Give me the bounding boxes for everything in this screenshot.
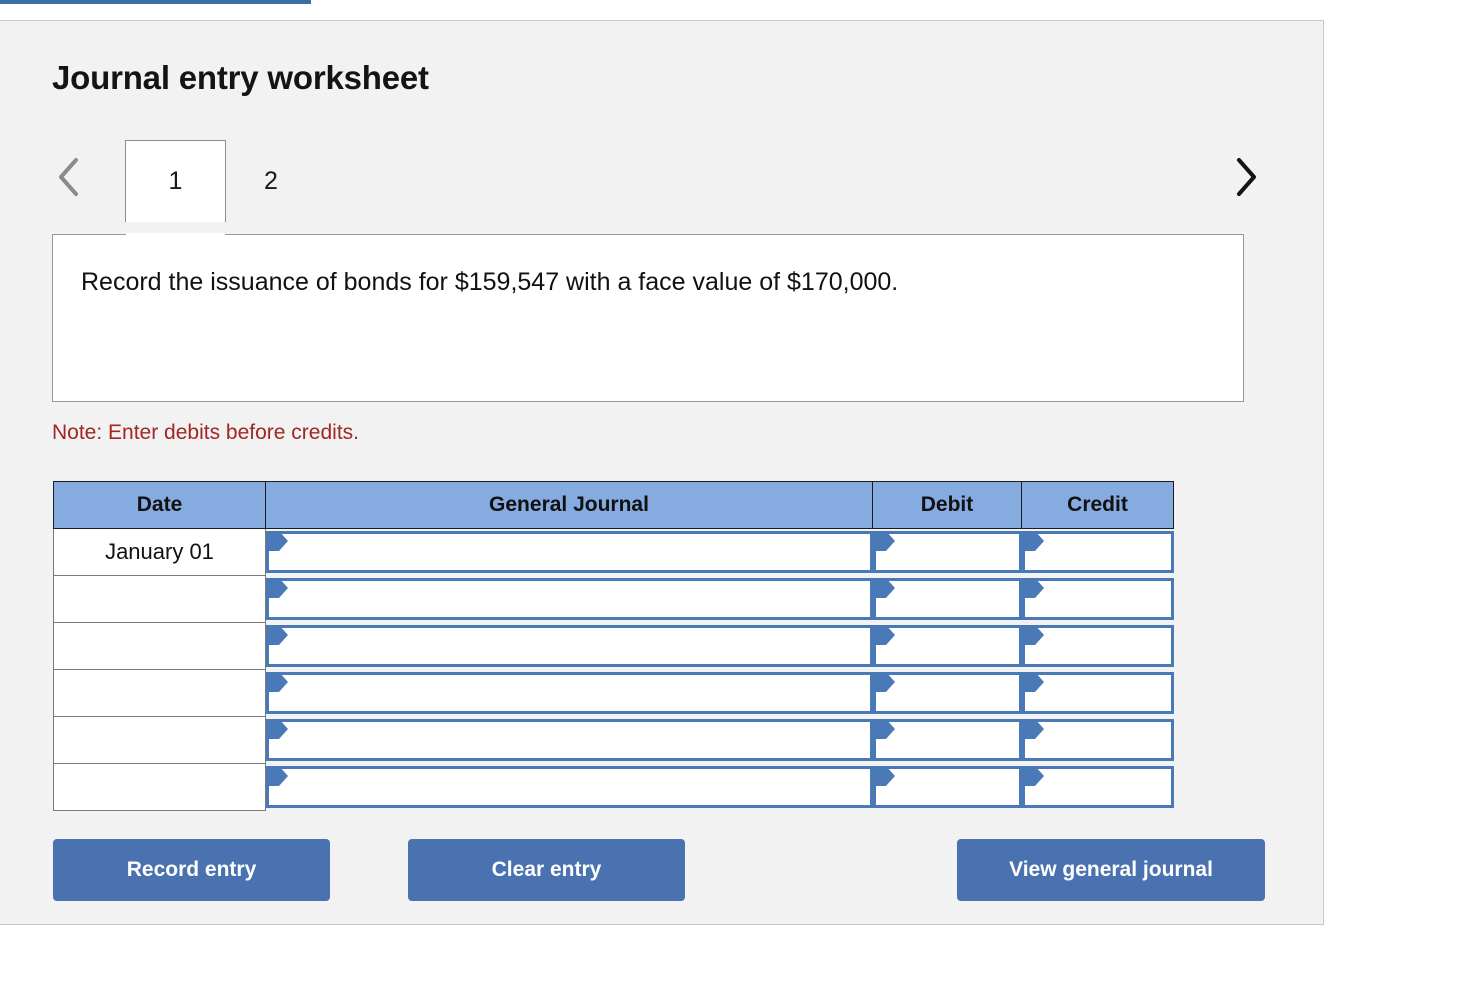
- account-select-4[interactable]: [266, 672, 873, 714]
- debit-cell-5: [872, 716, 1022, 764]
- account-select-2[interactable]: [266, 578, 873, 620]
- tab-2[interactable]: 2: [236, 140, 306, 222]
- column-header-date: Date: [53, 481, 266, 529]
- account-cell-2: [265, 575, 873, 623]
- table-row: January 01: [53, 528, 1174, 576]
- account-cell-6: [265, 763, 873, 811]
- tab-2-label: 2: [264, 166, 278, 195]
- debit-cell-4: [872, 669, 1022, 717]
- table-row: [53, 622, 1174, 670]
- date-cell-6[interactable]: [53, 763, 266, 811]
- journal-entry-table: Date General Journal Debit Credit Januar…: [53, 481, 1174, 811]
- credit-input-4[interactable]: [1021, 672, 1174, 714]
- top-blue-strip: [0, 0, 311, 4]
- account-select-5[interactable]: [266, 719, 873, 761]
- debit-input-4[interactable]: [872, 672, 1022, 714]
- page-title: Journal entry worksheet: [52, 59, 429, 96]
- debit-cell-2: [872, 575, 1022, 623]
- debit-cell-3: [872, 622, 1022, 670]
- chevron-right-icon: [1237, 158, 1256, 196]
- credit-input-6[interactable]: [1021, 766, 1174, 808]
- credit-input-3[interactable]: [1021, 625, 1174, 667]
- account-cell-1: [265, 528, 873, 576]
- credit-cell-1: [1021, 528, 1174, 576]
- table-row: [53, 716, 1174, 764]
- credit-input-2[interactable]: [1021, 578, 1174, 620]
- tab-1-label: 1: [168, 167, 183, 195]
- debit-input-1[interactable]: [872, 531, 1022, 574]
- table-row: [53, 669, 1174, 717]
- date-cell-1[interactable]: January 01: [53, 528, 266, 576]
- debit-input-5[interactable]: [872, 719, 1022, 761]
- date-cell-4[interactable]: [53, 669, 266, 717]
- column-header-credit: Credit: [1021, 481, 1174, 529]
- debit-cell-6: [872, 763, 1022, 811]
- account-cell-5: [265, 716, 873, 764]
- table-header-row: Date General Journal Debit Credit: [53, 481, 1174, 529]
- credit-cell-2: [1021, 575, 1174, 623]
- screenshot-root: Journal entry worksheet 1 2 Record the i…: [0, 0, 1483, 1005]
- account-select-3[interactable]: [266, 625, 873, 667]
- previous-page-button[interactable]: [52, 153, 86, 201]
- date-cell-3[interactable]: [53, 622, 266, 670]
- record-entry-button[interactable]: Record entry: [53, 839, 330, 901]
- table-row: [53, 763, 1174, 811]
- credit-cell-5: [1021, 716, 1174, 764]
- tab-1[interactable]: 1: [125, 140, 226, 222]
- account-cell-3: [265, 622, 873, 670]
- date-cell-5[interactable]: [53, 716, 266, 764]
- chevron-left-icon: [59, 158, 78, 196]
- clear-entry-button[interactable]: Clear entry: [408, 839, 685, 901]
- credit-cell-3: [1021, 622, 1174, 670]
- debit-input-3[interactable]: [872, 625, 1022, 667]
- debit-input-6[interactable]: [872, 766, 1022, 808]
- prompt-text: Record the issuance of bonds for $159,54…: [81, 268, 899, 296]
- debits-before-credits-note: Note: Enter debits before credits.: [52, 421, 359, 444]
- credit-cell-6: [1021, 763, 1174, 811]
- debit-cell-1: [872, 528, 1022, 576]
- account-select-6[interactable]: [266, 766, 873, 808]
- tab-panel-bridge: [126, 233, 225, 236]
- next-page-button[interactable]: [1229, 153, 1263, 201]
- view-general-journal-button[interactable]: View general journal: [957, 839, 1265, 901]
- prompt-panel: Record the issuance of bonds for $159,54…: [52, 234, 1244, 402]
- credit-cell-4: [1021, 669, 1174, 717]
- credit-input-1[interactable]: [1021, 531, 1174, 574]
- column-header-general-journal: General Journal: [265, 481, 873, 529]
- account-select-1[interactable]: [266, 531, 873, 574]
- credit-input-5[interactable]: [1021, 719, 1174, 761]
- date-cell-2[interactable]: [53, 575, 266, 623]
- table-row: [53, 575, 1174, 623]
- column-header-debit: Debit: [872, 481, 1022, 529]
- debit-input-2[interactable]: [872, 578, 1022, 620]
- journal-entry-card: Journal entry worksheet 1 2 Record the i…: [0, 20, 1324, 925]
- worksheet-tabbar: 1 2: [0, 136, 1323, 236]
- account-cell-4: [265, 669, 873, 717]
